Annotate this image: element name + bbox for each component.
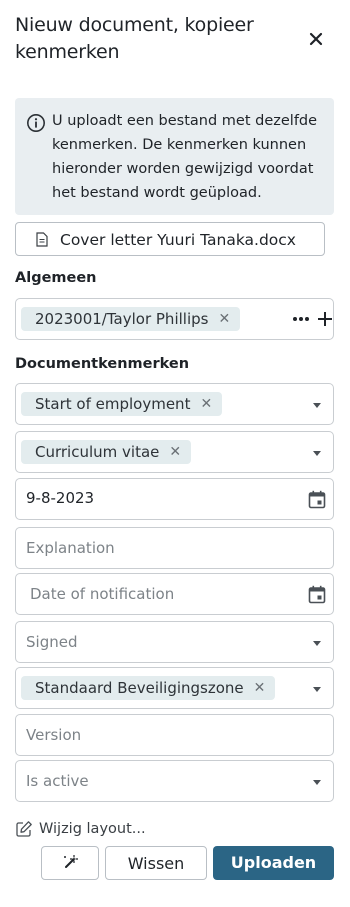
remove-chip-icon[interactable]: ✕: [200, 396, 212, 412]
chevron-down-icon[interactable]: [313, 687, 321, 692]
remove-chip-icon[interactable]: ✕: [169, 444, 181, 460]
upload-button-label: Uploaden: [230, 853, 317, 872]
section-document-properties-label: Documentkenmerken: [15, 356, 190, 372]
is-active-select[interactable]: Is active: [15, 760, 334, 802]
security-zone-chip: Standaard Beveiligingszone ✕: [21, 676, 276, 700]
is-active-placeholder: Is active: [26, 772, 89, 790]
remove-chip-icon[interactable]: ✕: [254, 680, 266, 696]
calendar-icon[interactable]: [308, 490, 326, 509]
dialog-header: Nieuw document, kopieer kenmerken: [15, 12, 315, 66]
dossier-field[interactable]: 2023001/Taylor Phillips ✕: [15, 298, 334, 340]
explanation-input[interactable]: Explanation: [15, 527, 334, 569]
explanation-placeholder: Explanation: [26, 539, 115, 557]
calendar-icon[interactable]: [308, 585, 326, 604]
signed-select[interactable]: Signed: [15, 621, 334, 663]
close-icon[interactable]: [304, 27, 328, 51]
add-icon[interactable]: [315, 309, 335, 329]
chip-label: Start of employment: [35, 395, 191, 413]
version-placeholder: Version: [26, 726, 82, 744]
edit-layout-link[interactable]: Wijzig layout...: [15, 820, 146, 838]
section-general-label: Algemeen: [15, 270, 97, 286]
magic-wand-icon: [64, 855, 78, 868]
document-type-select[interactable]: Start of employment ✕: [15, 383, 334, 425]
clear-button[interactable]: Wissen: [105, 846, 207, 880]
edit-layout-label: Wijzig layout...: [39, 821, 146, 837]
chevron-down-icon[interactable]: [313, 780, 321, 785]
clear-button-label: Wissen: [127, 854, 185, 873]
date-value: 9-8-2023: [26, 489, 95, 507]
signed-placeholder: Signed: [26, 633, 78, 651]
version-input[interactable]: Version: [15, 714, 334, 756]
notification-date-field[interactable]: Date of notification: [15, 573, 334, 615]
more-options-icon[interactable]: [290, 311, 312, 327]
auto-fill-button[interactable]: [41, 846, 99, 880]
info-icon: [27, 114, 45, 132]
document-type-chip: Start of employment ✕: [21, 392, 223, 416]
document-date-field[interactable]: 9-8-2023: [15, 478, 334, 520]
chip-label: 2023001/Taylor Phillips: [35, 310, 209, 328]
document-icon: [36, 232, 48, 247]
chip-label: Curriculum vitae: [35, 443, 160, 461]
chevron-down-icon[interactable]: [313, 403, 321, 408]
remove-chip-icon[interactable]: ✕: [218, 311, 230, 327]
chip-label: Standaard Beveiligingszone: [35, 679, 244, 697]
file-button[interactable]: Cover letter Yuuri Tanaka.docx: [15, 222, 325, 256]
info-text: U uploadt een bestand met dezelfde kenme…: [52, 113, 318, 201]
notification-date-placeholder: Date of notification: [30, 585, 175, 603]
info-banner: U uploadt een bestand met dezelfde kenme…: [15, 98, 334, 215]
security-zone-select[interactable]: Standaard Beveiligingszone ✕: [15, 667, 334, 709]
chevron-down-icon[interactable]: [313, 641, 321, 646]
edit-icon: [16, 821, 32, 837]
upload-button[interactable]: Uploaden: [213, 846, 334, 880]
dossier-chip: 2023001/Taylor Phillips ✕: [21, 307, 241, 331]
file-name: Cover letter Yuuri Tanaka.docx: [60, 231, 296, 249]
document-category-chip: Curriculum vitae ✕: [21, 440, 192, 464]
dialog-title: Nieuw document, kopieer kenmerken: [15, 14, 254, 63]
chevron-down-icon[interactable]: [313, 451, 321, 456]
document-category-select[interactable]: Curriculum vitae ✕: [15, 431, 334, 473]
